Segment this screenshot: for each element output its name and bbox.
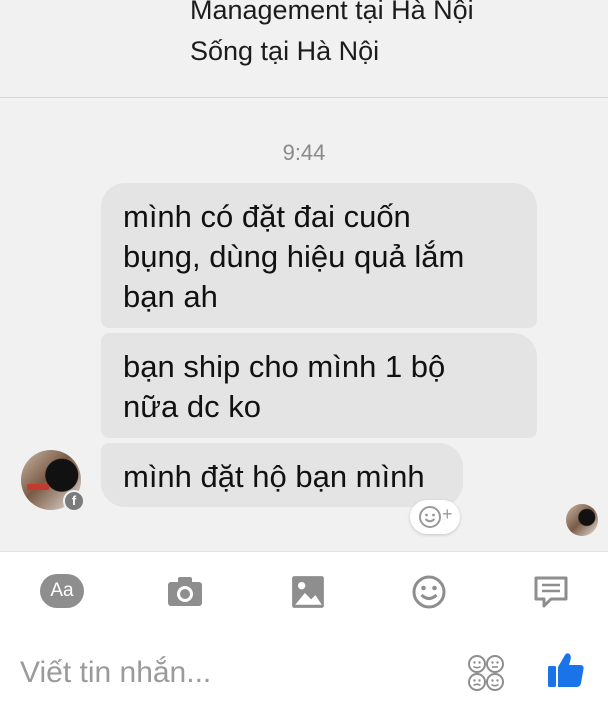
smiley-icon	[419, 506, 441, 528]
profile-work-line: Management tại Hà Nội	[190, 0, 474, 25]
text-style-button[interactable]: Aa	[40, 574, 84, 608]
message-line: bạn ship cho mình 1 bộ	[123, 349, 446, 384]
message-input[interactable]	[20, 651, 440, 695]
image-icon[interactable]	[286, 574, 330, 610]
message-line: bạn ah	[123, 279, 218, 314]
emoji-icon[interactable]	[407, 574, 451, 610]
profile-location-line: Sống tại Hà Nội	[190, 36, 380, 66]
thumbs-up-icon[interactable]	[546, 650, 586, 690]
message-line: mình có đặt đai cuốn	[123, 199, 411, 234]
message-bubble[interactable]: mình đặt hộ bạn mình	[101, 443, 463, 507]
composer-toolbar: Aa	[0, 551, 608, 632]
seen-indicator-avatar	[566, 504, 598, 536]
message-line: bụng, dùng hiệu quả lắm	[123, 239, 465, 274]
add-reaction-button[interactable]: +	[410, 500, 460, 534]
profile-header: Management tại Hà Nội Sống tại Hà Nội	[0, 0, 608, 98]
facebook-badge-icon: f	[63, 490, 85, 512]
plus-icon: +	[442, 504, 453, 524]
message-bubble[interactable]: mình có đặt đai cuốn bụng, dùng hiệu quả…	[101, 183, 537, 328]
sender-avatar[interactable]: f	[21, 450, 85, 512]
message-timestamp: 9:44	[282, 140, 326, 165]
avatar-detail	[27, 484, 49, 490]
camera-icon[interactable]	[163, 574, 207, 610]
message-composer	[0, 631, 608, 712]
message-bubble[interactable]: bạn ship cho mình 1 bộ nữa dc ko	[101, 333, 537, 438]
quick-reply-icon[interactable]	[529, 574, 573, 610]
sticker-faces-icon[interactable]	[467, 654, 505, 692]
message-line: mình đặt hộ bạn mình	[123, 459, 425, 494]
message-line: nữa dc ko	[123, 389, 261, 424]
